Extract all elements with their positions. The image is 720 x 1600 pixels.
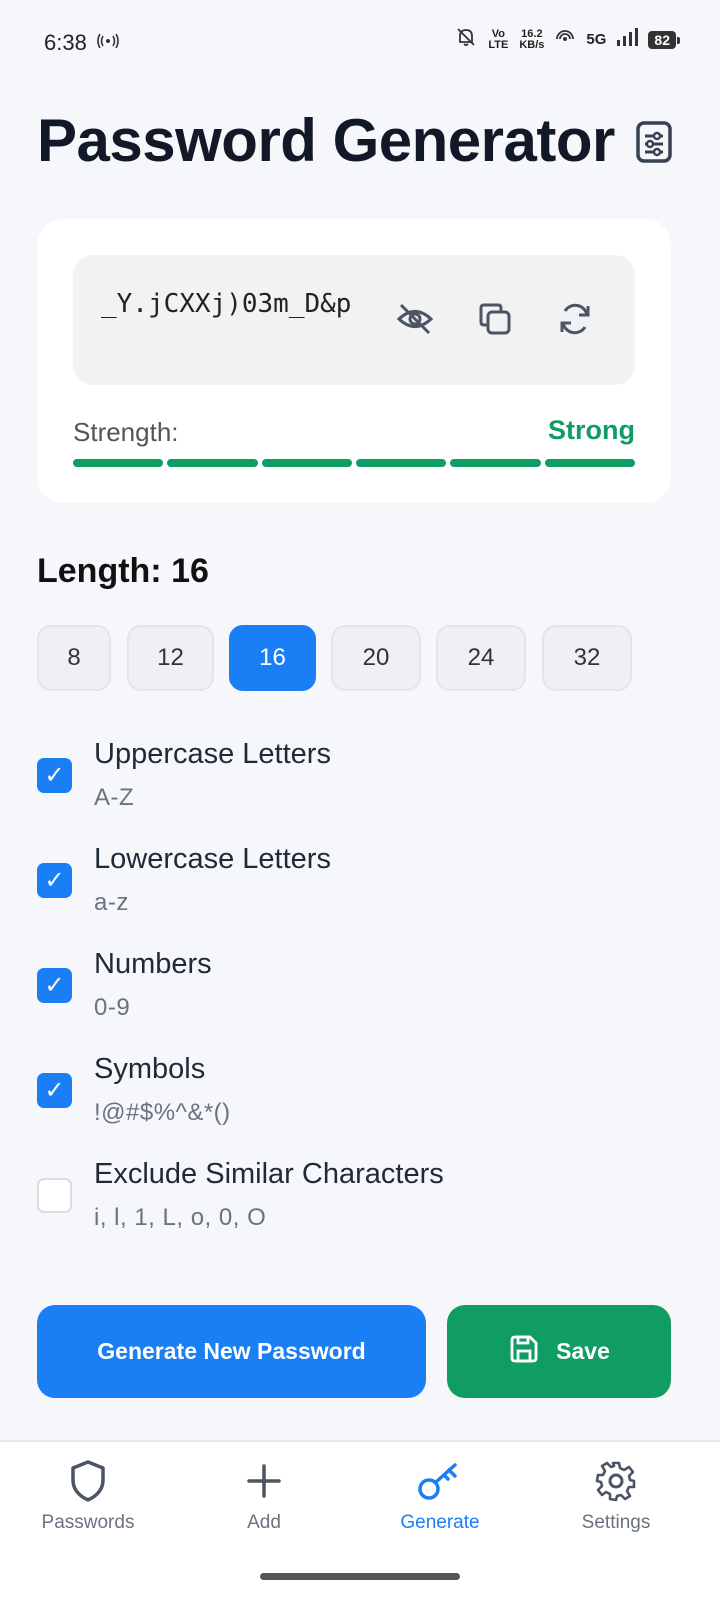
strength-segment <box>450 459 541 467</box>
length-option-12[interactable]: 12 <box>127 625 214 691</box>
nav-settings[interactable]: Settings <box>546 1456 686 1534</box>
mute-bell-icon <box>455 26 477 53</box>
option-subtitle: A-Z <box>94 784 135 811</box>
strength-meter <box>73 459 635 467</box>
nav-label: Passwords <box>41 1512 135 1533</box>
shield-icon <box>69 1456 107 1506</box>
network-type: 5G <box>586 31 607 48</box>
length-option-20[interactable]: 20 <box>331 625 421 691</box>
strength-segment <box>355 459 447 467</box>
length-heading: Length: 16 <box>37 552 209 591</box>
option-subtitle: !@#$%^&*() <box>94 1099 231 1126</box>
wifi-signal-icon <box>554 27 576 52</box>
strength-label: Strength: <box>73 417 179 447</box>
password-card: _Y.jCXXj)03m_D&p Strength: Strong <box>37 219 671 503</box>
save-button[interactable]: Save <box>447 1305 671 1398</box>
header: Password Generator <box>37 106 673 175</box>
nav-generate[interactable]: Generate <box>370 1456 510 1534</box>
uppercase-checkbox[interactable]: ✓ <box>37 758 72 793</box>
symbols-checkbox[interactable]: ✓ <box>37 1073 72 1108</box>
nav-label: Generate <box>400 1512 480 1533</box>
option-title: Symbols <box>94 1053 206 1085</box>
battery-indicator: 82 <box>648 30 680 49</box>
option-title: Uppercase Letters <box>94 738 331 770</box>
option-subtitle: a-z <box>94 889 129 916</box>
gear-icon <box>595 1456 637 1506</box>
option-exclude-similar[interactable]: Exclude Similar Characters i, l, 1, L, o… <box>37 1158 677 1248</box>
option-subtitle: 0-9 <box>94 994 131 1021</box>
option-lowercase[interactable]: ✓ Lowercase Letters a-z <box>37 843 677 933</box>
strength-segment <box>167 459 258 467</box>
lowercase-checkbox[interactable]: ✓ <box>37 863 72 898</box>
nav-add[interactable]: Add <box>194 1456 334 1534</box>
key-icon <box>417 1456 463 1506</box>
nav-label: Settings <box>581 1512 651 1533</box>
cell-signal-icon <box>616 28 639 51</box>
length-option-24[interactable]: 24 <box>436 625 526 691</box>
option-numbers[interactable]: ✓ Numbers 0-9 <box>37 948 677 1038</box>
eye-off-icon[interactable] <box>395 299 435 339</box>
save-button-label: Save <box>556 1338 610 1364</box>
option-subtitle: i, l, 1, L, o, 0, O <box>94 1204 267 1231</box>
status-bar: 6:38 Vo LTE 16.2 KB/s 5G 82 <box>0 0 720 84</box>
home-indicator[interactable] <box>260 1573 460 1580</box>
volte-indicator: Vo LTE <box>488 27 509 51</box>
exclude-similar-checkbox[interactable] <box>37 1178 72 1213</box>
strength-segment <box>261 459 352 467</box>
plus-icon <box>246 1456 282 1506</box>
generate-button-label: Generate New Password <box>97 1338 366 1364</box>
status-time: 6:38 <box>44 30 87 55</box>
strength-value: Strong <box>548 415 635 445</box>
save-icon <box>508 1333 540 1371</box>
nav-passwords[interactable]: Passwords <box>18 1456 158 1534</box>
copy-icon[interactable] <box>475 299 515 339</box>
document-settings-icon[interactable] <box>635 120 673 169</box>
password-display: _Y.jCXXj)03m_D&p <box>73 255 635 385</box>
option-title: Numbers <box>94 948 212 980</box>
length-option-16[interactable]: 16 <box>229 625 316 691</box>
status-icons: Vo LTE 16.2 KB/s 5G 82 <box>455 26 680 53</box>
nav-label: Add <box>247 1512 281 1533</box>
strength-segment <box>73 459 164 467</box>
network-speed: 16.2 KB/s <box>519 28 545 51</box>
strength-segment <box>544 459 635 467</box>
generated-password[interactable]: _Y.jCXXj)03m_D&p <box>101 287 391 321</box>
numbers-checkbox[interactable]: ✓ <box>37 968 72 1003</box>
length-option-8[interactable]: 8 <box>37 625 111 691</box>
generate-button[interactable]: Generate New Password <box>37 1305 426 1398</box>
option-uppercase[interactable]: ✓ Uppercase Letters A-Z <box>37 738 677 828</box>
refresh-icon[interactable] <box>555 299 595 339</box>
option-title: Lowercase Letters <box>94 843 331 875</box>
hotspot-icon <box>96 32 120 55</box>
page-title: Password Generator <box>37 107 615 174</box>
option-symbols[interactable]: ✓ Symbols !@#$%^&*() <box>37 1053 677 1143</box>
option-title: Exclude Similar Characters <box>94 1158 444 1190</box>
length-option-32[interactable]: 32 <box>542 625 632 691</box>
length-label: Length: <box>37 552 162 590</box>
length-value: 16 <box>171 552 209 590</box>
speed-unit: KB/s <box>519 38 545 51</box>
